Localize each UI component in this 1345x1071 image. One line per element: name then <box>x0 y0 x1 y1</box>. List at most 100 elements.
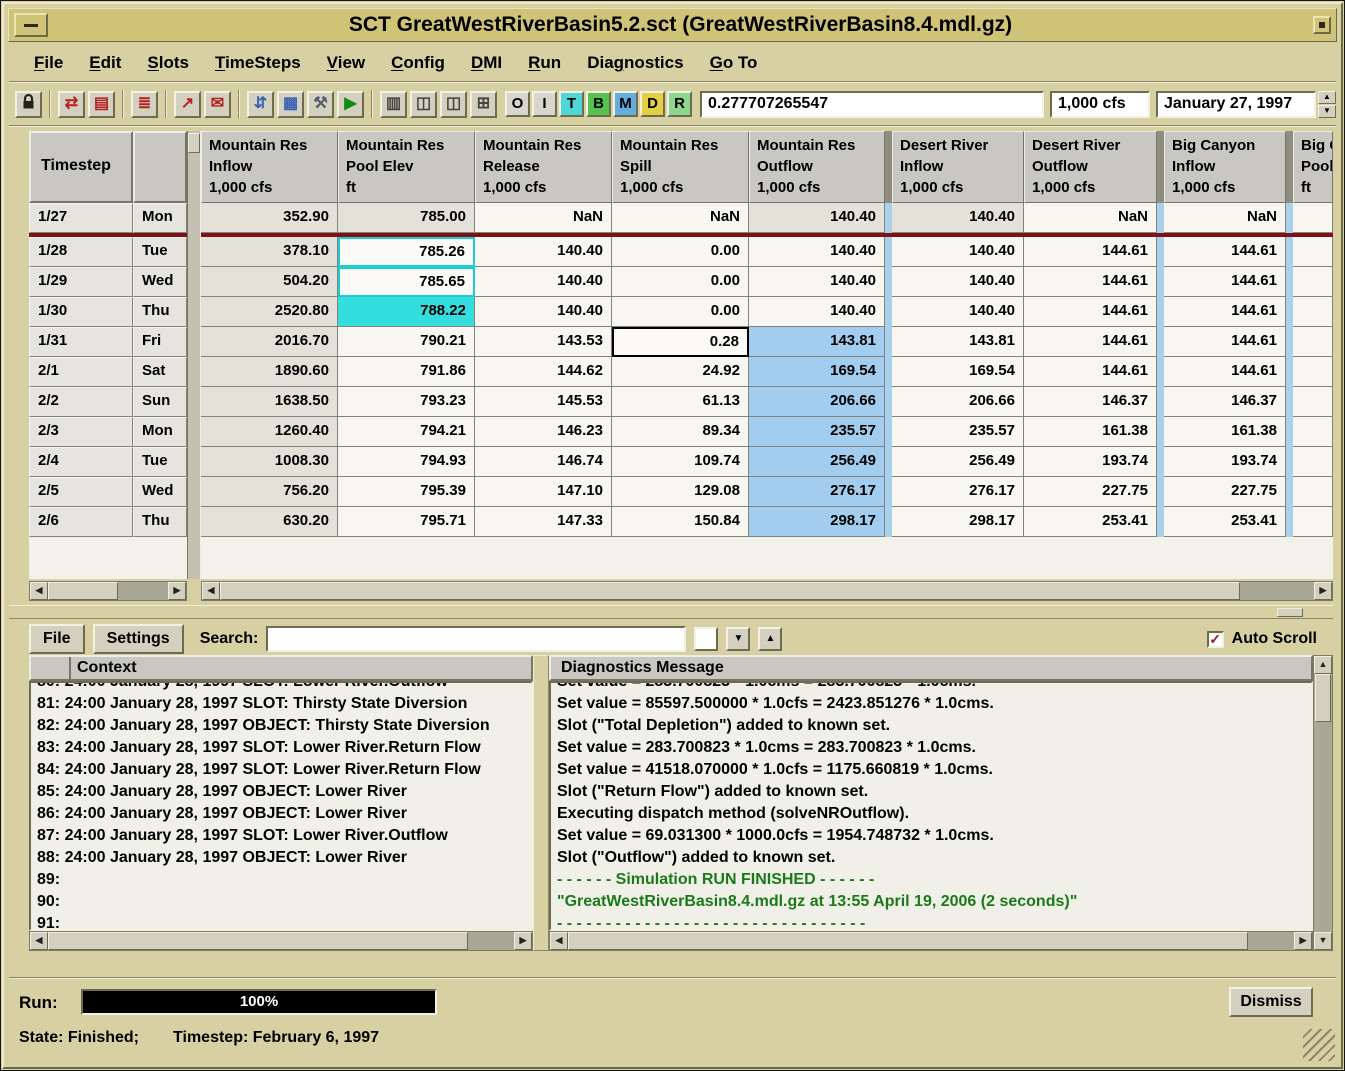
table-cell[interactable]: 140.40 <box>749 297 885 327</box>
table-cell[interactable]: NaN <box>1164 203 1286 233</box>
aggregate-rows-icon[interactable]: ≣ <box>131 91 158 118</box>
weekday-cell[interactable]: Wed <box>133 477 187 507</box>
table-cell[interactable]: 785.65 <box>338 267 475 297</box>
menu-go-to[interactable]: Go To <box>699 48 769 78</box>
table-cell[interactable]: 256.49 <box>892 447 1024 477</box>
menu-slots[interactable]: Slots <box>136 48 200 78</box>
table-cell[interactable]: 140.40 <box>475 267 612 297</box>
context-pane[interactable]: 80: 24:00 January 28, 1997 SLOT: Lower R… <box>29 681 533 931</box>
table-cell[interactable]: 791.86 <box>338 357 475 387</box>
table-cell[interactable]: 147.33 <box>475 507 612 537</box>
message-pane[interactable]: Set value = 283.700823 * 1.0cms = 283.70… <box>549 681 1313 931</box>
context-horizontal-scrollbar[interactable]: ◀ ▶ <box>29 931 533 951</box>
table-cell[interactable]: 206.66 <box>749 387 885 417</box>
table-cell[interactable]: 140.40 <box>749 267 885 297</box>
table-cell[interactable]: 788.22 <box>338 297 475 327</box>
scrollbar-thumb[interactable] <box>48 582 118 600</box>
mail-export-icon[interactable]: ✉ <box>204 91 231 118</box>
table-cell[interactable]: 140.40 <box>892 203 1024 233</box>
search-clear-button[interactable] <box>694 627 718 651</box>
table-cell[interactable]: 1260.40 <box>201 417 338 447</box>
table-cell[interactable] <box>1293 297 1333 327</box>
message-line[interactable]: Executing dispatch method (solveNROutflo… <box>557 803 1311 825</box>
table-cell[interactable]: 298.17 <box>892 507 1024 537</box>
scroll-right-icon[interactable]: ▶ <box>168 582 186 600</box>
table-cell[interactable]: 1890.60 <box>201 357 338 387</box>
diagnostics-vertical-scrollbar[interactable]: ▲ ▼ <box>1313 655 1333 951</box>
scrollbar-thumb[interactable] <box>1315 674 1331 722</box>
menu-config[interactable]: Config <box>380 48 456 78</box>
table-cell[interactable]: 140.40 <box>475 297 612 327</box>
table-cell[interactable]: 140.40 <box>475 237 612 267</box>
scenario-grid-icon[interactable]: ▦ <box>277 91 304 118</box>
window-narrow-icon[interactable]: ◫ <box>410 91 437 118</box>
table-horizontal-scrollbar[interactable]: ◀ ▶ <box>201 581 1333 601</box>
timestep-cell[interactable]: 1/28 <box>29 237 133 267</box>
message-line[interactable]: Set value = 85597.500000 * 1.0cfs = 2423… <box>557 693 1311 715</box>
timestep-cell[interactable]: 1/29 <box>29 267 133 297</box>
sash-grip[interactable] <box>1277 608 1303 617</box>
table-cell[interactable]: 146.37 <box>1164 387 1286 417</box>
weekday-cell[interactable]: Fri <box>133 327 187 357</box>
table-cell[interactable]: 298.17 <box>749 507 885 537</box>
table-cell[interactable]: 756.20 <box>201 477 338 507</box>
column-header-desert-river-inflow[interactable]: Desert RiverInflow1,000 cfs <box>892 131 1024 203</box>
weekday-cell[interactable]: Thu <box>133 507 187 537</box>
weekday-cell[interactable]: Mon <box>133 203 187 233</box>
table-cell[interactable]: 144.61 <box>1164 357 1286 387</box>
dismiss-button[interactable]: Dismiss <box>1229 987 1313 1017</box>
table-cell[interactable]: 794.93 <box>338 447 475 477</box>
message-line[interactable]: Set value = 283.700823 * 1.0cms = 283.70… <box>557 737 1311 759</box>
show-columns-icon[interactable]: ▥ <box>380 91 407 118</box>
message-line[interactable]: Slot ("Outflow") added to known set. <box>557 847 1311 869</box>
goto-slot-icon[interactable]: ↗ <box>174 91 201 118</box>
context-line[interactable]: 83: 24:00 January 28, 1997 SLOT: Lower R… <box>37 737 531 759</box>
weekday-cell[interactable]: Sat <box>133 357 187 387</box>
date-spinner-down-icon[interactable]: ▼ <box>1318 105 1336 118</box>
weekday-cell[interactable]: Thu <box>133 297 187 327</box>
table-cell[interactable]: 0.00 <box>612 237 749 267</box>
timestep-cell[interactable]: 1/27 <box>29 203 133 233</box>
weekday-cell[interactable]: Tue <box>133 237 187 267</box>
table-cell[interactable]: 140.40 <box>892 267 1024 297</box>
table-cell[interactable]: 129.08 <box>612 477 749 507</box>
table-cell[interactable] <box>1293 327 1333 357</box>
scroll-up-icon[interactable]: ▲ <box>1314 656 1332 674</box>
message-pane-header[interactable]: Diagnostics Message <box>549 655 1313 681</box>
menu-timesteps[interactable]: TimeSteps <box>204 48 312 78</box>
table-cell[interactable]: 2016.70 <box>201 327 338 357</box>
date-display[interactable]: January 27, 1997 <box>1156 91 1316 118</box>
tools-icon[interactable]: ⚒ <box>307 91 334 118</box>
table-cell[interactable]: 206.66 <box>892 387 1024 417</box>
message-line[interactable]: Slot ("Return Flow") added to known set. <box>557 781 1311 803</box>
table-cell[interactable]: 790.21 <box>338 327 475 357</box>
context-line[interactable]: 85: 24:00 January 28, 1997 OBJECT: Lower… <box>37 781 531 803</box>
flag-button-m[interactable]: M <box>613 91 638 117</box>
table-cell[interactable]: 235.57 <box>749 417 885 447</box>
sync-slots-icon[interactable]: ⇄ <box>58 91 85 118</box>
timestep-cell[interactable]: 1/30 <box>29 297 133 327</box>
search-next-button[interactable]: ▼ <box>726 627 750 651</box>
column-header-mountain-res-pool-elev[interactable]: Mountain ResPool Elevft <box>338 131 475 203</box>
message-line[interactable]: Set value = 41518.070000 * 1.0cfs = 1175… <box>557 759 1311 781</box>
table-cell[interactable] <box>1293 447 1333 477</box>
table-cell[interactable]: 61.13 <box>612 387 749 417</box>
table-cell[interactable]: 1008.30 <box>201 447 338 477</box>
date-spinner-up-icon[interactable]: ▲ <box>1318 91 1336 104</box>
table-cell[interactable] <box>1293 237 1333 267</box>
table-cell[interactable]: 253.41 <box>1164 507 1286 537</box>
pane-divider[interactable] <box>533 655 549 951</box>
table-cell[interactable]: 144.61 <box>1164 237 1286 267</box>
scrollbar-trough[interactable] <box>1240 582 1314 600</box>
message-line[interactable]: - - - - - - Simulation RUN FINISHED - - … <box>557 869 1311 891</box>
scroll-right-icon[interactable]: ▶ <box>514 932 532 950</box>
table-cell[interactable]: 256.49 <box>749 447 885 477</box>
menu-file[interactable]: File <box>23 48 74 78</box>
table-cell[interactable]: 161.38 <box>1024 417 1157 447</box>
context-line[interactable]: 88: 24:00 January 28, 1997 OBJECT: Lower… <box>37 847 531 869</box>
message-line[interactable]: Slot ("Total Depletion") added to known … <box>557 715 1311 737</box>
table-cell[interactable]: 150.84 <box>612 507 749 537</box>
scrollbar-trough[interactable] <box>468 932 514 950</box>
search-input[interactable] <box>266 626 686 652</box>
table-cell[interactable]: 146.37 <box>1024 387 1157 417</box>
